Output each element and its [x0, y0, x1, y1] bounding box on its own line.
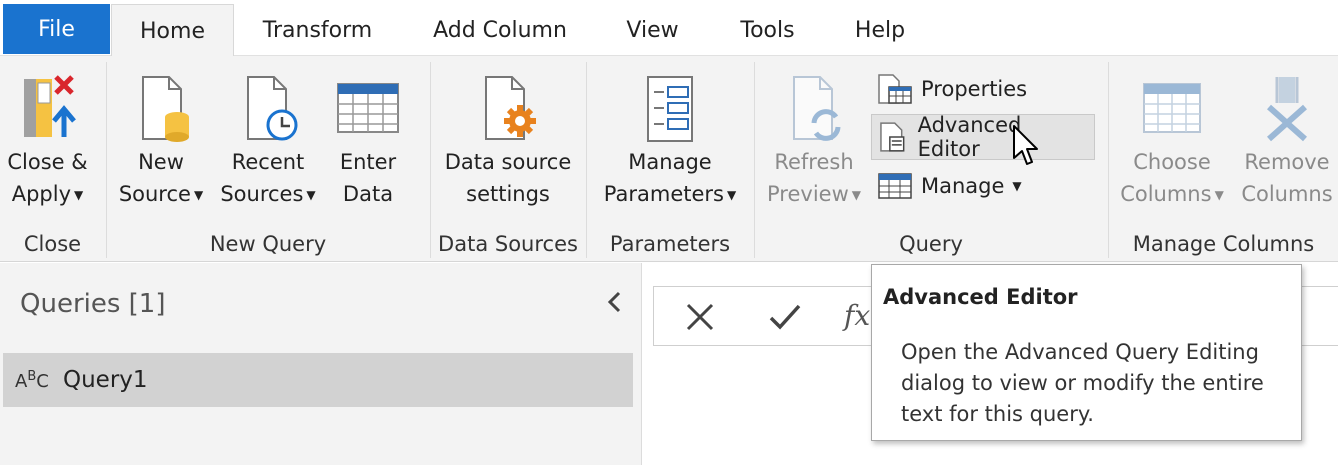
chevron-down-icon: ▼	[74, 188, 84, 202]
tab-home[interactable]: Home	[111, 4, 234, 57]
text-type-icon: ABC	[15, 368, 49, 392]
properties-icon	[878, 74, 912, 104]
refresh-preview-button[interactable]: Refresh Preview ▼	[761, 70, 867, 211]
commit-formula-icon[interactable]	[768, 301, 802, 333]
fx-icon[interactable]: fx	[844, 299, 870, 332]
advanced-editor-button[interactable]: Advanced Editor	[871, 113, 1095, 161]
properties-label: Properties	[921, 77, 1028, 101]
query-name: Query1	[63, 367, 148, 393]
group-label-manage-columns: Manage Columns	[1132, 232, 1315, 256]
collapse-chevron-icon[interactable]	[600, 287, 630, 317]
manage-parameters-button[interactable]: Manage Parameters ▼	[595, 70, 745, 211]
mouse-pointer-icon	[1013, 125, 1038, 165]
manage-parameters-label: Manage Parameters ▼	[603, 150, 737, 206]
new-source-label: New Source ▼	[118, 150, 204, 206]
group-label-data-sources: Data Sources	[438, 232, 578, 256]
chevron-down-icon: ▼	[726, 188, 737, 202]
tab-tools[interactable]: Tools	[725, 4, 810, 56]
tooltip-body: Open the Advanced Query Editing dialog t…	[901, 340, 1264, 426]
ribbon-tab-bar: File Home Transform Add Column View Tool…	[0, 0, 1338, 57]
data-source-settings-label: Data source settings	[444, 150, 572, 206]
remove-columns-button[interactable]: Remove Columns	[1237, 70, 1337, 210]
refresh-preview-label: Refresh Preview ▼	[767, 150, 861, 206]
tooltip-title: Advanced Editor	[883, 285, 1078, 309]
group-close: Close & Apply ▼ Close	[0, 56, 105, 262]
advanced-editor-tooltip: Advanced Editor Open the Advanced Query …	[871, 264, 1302, 441]
group-data-sources: Data source settings Data Sources	[431, 56, 585, 262]
parameters-icon	[638, 70, 702, 146]
chevron-down-icon: ▼	[851, 188, 861, 202]
manage-table-icon	[878, 173, 912, 199]
tab-file[interactable]: File	[3, 4, 110, 54]
query-list-item[interactable]: ABC Query1	[3, 353, 633, 407]
refresh-icon	[782, 70, 846, 146]
group-new-query: New Source ▼ Recent Sources ▼ Enter Data…	[107, 56, 429, 262]
group-parameters: Manage Parameters ▼ Parameters	[587, 56, 753, 262]
advanced-editor-icon	[880, 122, 905, 152]
chevron-down-icon: ▼	[1012, 179, 1022, 193]
group-label-close: Close	[23, 232, 82, 256]
enter-data-label: Enter Data	[339, 150, 397, 206]
group-label-new-query: New Query	[209, 232, 327, 256]
tab-transform[interactable]: Transform	[240, 4, 395, 56]
recent-sources-button[interactable]: Recent Sources ▼	[215, 70, 321, 211]
data-source-settings-button[interactable]: Data source settings	[435, 70, 581, 210]
close-apply-label: Close & Apply ▼	[7, 150, 88, 206]
remove-columns-label: Remove Columns	[1241, 150, 1333, 206]
manage-query-button[interactable]: Manage ▼	[871, 166, 1028, 206]
choose-columns-icon	[1140, 70, 1204, 146]
choose-columns-label: Choose Columns ▼	[1120, 150, 1224, 206]
new-source-icon	[129, 70, 193, 146]
close-apply-button[interactable]: Close & Apply ▼	[0, 70, 95, 211]
queries-pane: Queries [1] ABC Query1	[0, 263, 642, 465]
tab-add-column[interactable]: Add Column	[420, 4, 580, 56]
chevron-down-icon: ▼	[306, 188, 316, 202]
group-manage-columns: Choose Columns ▼ Remove Columns Manage Co…	[1109, 56, 1338, 262]
tab-help[interactable]: Help	[840, 4, 920, 56]
table-icon	[336, 70, 400, 146]
tab-view[interactable]: View	[610, 4, 695, 56]
cancel-formula-icon[interactable]	[684, 301, 716, 333]
remove-columns-icon	[1255, 70, 1319, 146]
recent-sources-icon	[236, 70, 300, 146]
advanced-editor-label: Advanced Editor	[917, 113, 1022, 161]
queries-pane-title: Queries [1]	[20, 289, 166, 319]
close-apply-icon	[16, 70, 80, 146]
ribbon: Close & Apply ▼ Close New Source ▼ Recen…	[0, 56, 1338, 262]
group-query: Refresh Preview ▼ Properties Advanced Edi…	[755, 56, 1107, 262]
properties-button[interactable]: Properties	[871, 69, 1033, 109]
group-label-parameters: Parameters	[609, 232, 731, 256]
chevron-down-icon: ▼	[1214, 188, 1224, 202]
data-source-settings-icon	[476, 70, 540, 146]
choose-columns-button[interactable]: Choose Columns ▼	[1117, 70, 1227, 211]
group-label-query: Query	[899, 232, 963, 256]
new-source-button[interactable]: New Source ▼	[113, 70, 209, 211]
chevron-down-icon: ▼	[193, 188, 204, 202]
manage-query-label: Manage	[921, 174, 1005, 198]
enter-data-button[interactable]: Enter Data	[329, 70, 407, 210]
recent-sources-label: Recent Sources ▼	[220, 150, 316, 206]
